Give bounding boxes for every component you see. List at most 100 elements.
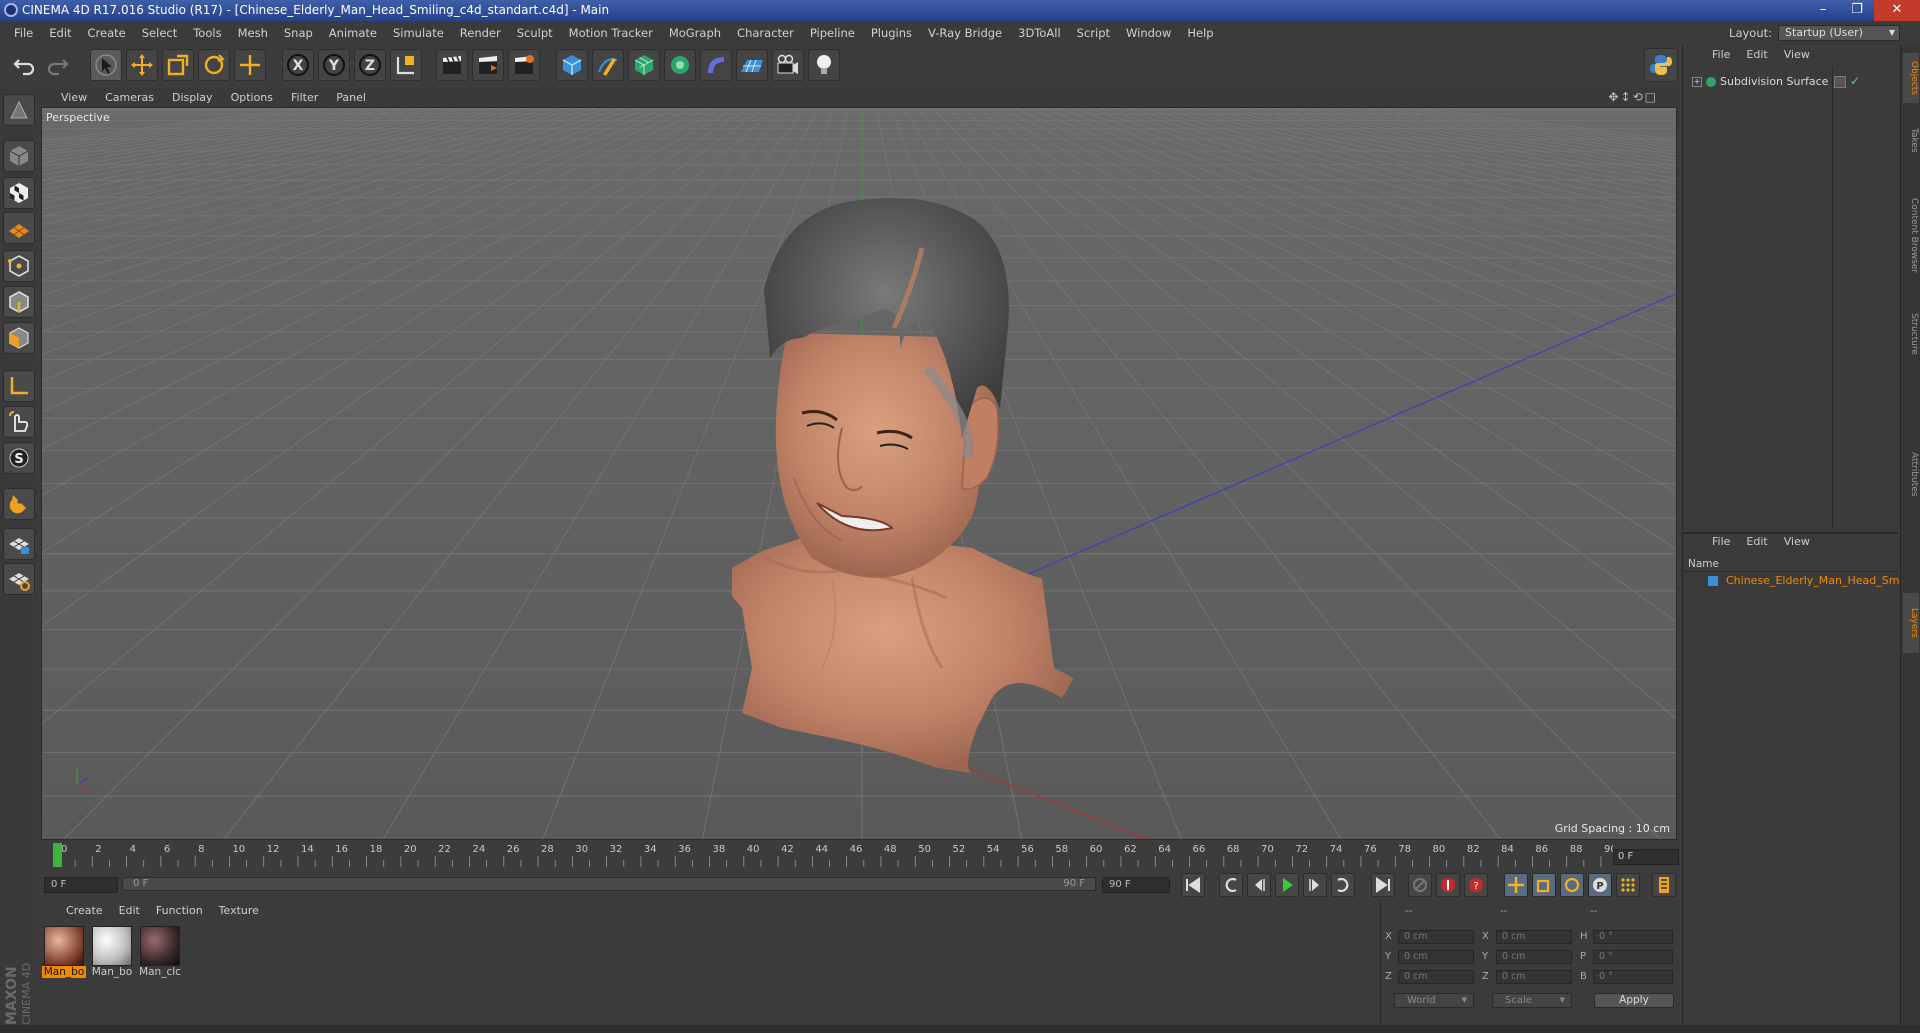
layers-menu-edit[interactable]: Edit <box>1738 535 1775 553</box>
viewport-menu-filter[interactable]: Filter <box>282 91 327 104</box>
close-icon[interactable]: ✕ <box>1874 0 1920 21</box>
coord-value-field[interactable]: 0 cm <box>1496 930 1572 944</box>
viewport-menu-options[interactable]: Options <box>222 91 282 104</box>
apply-button[interactable]: Apply <box>1594 993 1674 1008</box>
layer-row[interactable]: Chinese_Elderly_Man_Head_Smiling <box>1710 573 1900 589</box>
rotate-tool-button[interactable] <box>198 49 230 81</box>
material-swatch[interactable]: Man_clc <box>138 926 182 986</box>
menu-script[interactable]: Script <box>1069 21 1118 45</box>
material-swatch[interactable]: Man_bo <box>90 926 134 986</box>
coord-value-field[interactable]: 0 cm <box>1496 970 1572 984</box>
lock-workplane-button[interactable] <box>3 528 35 560</box>
coord-mode-dropdown[interactable]: World ▼ <box>1394 993 1474 1008</box>
cube-primitive-button[interactable] <box>556 49 588 81</box>
material-menu-edit[interactable]: Edit <box>111 904 148 922</box>
menu-create[interactable]: Create <box>80 21 134 45</box>
cloner-button[interactable] <box>664 49 696 81</box>
live-selection-button[interactable] <box>234 49 266 81</box>
current-frame-field[interactable]: 0 F <box>1613 849 1679 865</box>
material-menu-function[interactable]: Function <box>148 904 211 922</box>
snapping-button[interactable]: S <box>3 442 35 474</box>
viewport-menu-cameras[interactable]: Cameras <box>96 91 163 104</box>
light-button[interactable] <box>808 49 840 81</box>
pen-spline-button[interactable] <box>592 49 624 81</box>
menu-help[interactable]: Help <box>1179 21 1221 45</box>
points-mode-button[interactable] <box>3 250 35 282</box>
redo-button[interactable] <box>42 49 74 81</box>
planar-workplane-button[interactable] <box>3 563 35 595</box>
prev-frame-button[interactable] <box>1247 873 1271 897</box>
menu-edit[interactable]: Edit <box>41 21 79 45</box>
key-scale-button[interactable] <box>1532 873 1556 897</box>
y-axis-button[interactable]: Y <box>318 49 350 81</box>
menu-window[interactable]: Window <box>1118 21 1179 45</box>
render-settings-button[interactable] <box>508 49 540 81</box>
viewport-menu-display[interactable]: Display <box>163 91 222 104</box>
axis-mode-button[interactable] <box>3 370 35 402</box>
key-pla-button[interactable] <box>1616 873 1640 897</box>
start-frame-field[interactable]: 0 F <box>44 877 118 893</box>
side-tab-structure[interactable]: Structure <box>1903 299 1919 369</box>
menu-motion-tracker[interactable]: Motion Tracker <box>561 21 661 45</box>
layers-menu-file[interactable]: File <box>1704 535 1738 553</box>
end-frame-field[interactable]: 90 F <box>1102 877 1170 893</box>
objects-menu-edit[interactable]: Edit <box>1738 48 1775 66</box>
menu-plugins[interactable]: Plugins <box>863 21 920 45</box>
coord-value-field[interactable]: 0 cm <box>1398 950 1474 964</box>
record-button[interactable] <box>1436 873 1460 897</box>
render-view-button[interactable] <box>436 49 468 81</box>
minimize-icon[interactable]: – <box>1806 0 1840 21</box>
x-axis-button[interactable]: X <box>282 49 314 81</box>
menu-snap[interactable]: Snap <box>276 21 321 45</box>
camera-button[interactable] <box>772 49 804 81</box>
move-tool-button[interactable] <box>126 49 158 81</box>
next-frame-button[interactable] <box>1303 873 1327 897</box>
objects-menu-file[interactable]: File <box>1704 48 1738 66</box>
material-menu-create[interactable]: Create <box>58 904 111 922</box>
goto-end-button[interactable] <box>1371 873 1395 897</box>
timeline-window-button[interactable] <box>1652 873 1676 897</box>
render-picture-viewer-button[interactable] <box>472 49 504 81</box>
side-tab-attributes[interactable]: Attributes <box>1903 429 1919 519</box>
z-axis-button[interactable]: Z <box>354 49 386 81</box>
menu-mograph[interactable]: MoGraph <box>661 21 729 45</box>
select-tool-button[interactable] <box>90 49 122 81</box>
side-tab-content-browser[interactable]: Content Browser <box>1903 181 1919 291</box>
coord-value-field[interactable]: 0 ° <box>1593 950 1673 964</box>
key-parameter-button[interactable]: P <box>1588 873 1612 897</box>
menu-pipeline[interactable]: Pipeline <box>802 21 863 45</box>
menu-mesh[interactable]: Mesh <box>230 21 276 45</box>
next-key-button[interactable] <box>1331 873 1355 897</box>
python-script-button[interactable] <box>1644 48 1678 82</box>
menu-file[interactable]: File <box>6 21 41 45</box>
material-menu-texture[interactable]: Texture <box>211 904 267 922</box>
deformer-button[interactable] <box>700 49 732 81</box>
edges-mode-button[interactable] <box>3 286 35 318</box>
objects-menu-view[interactable]: View <box>1776 48 1818 66</box>
side-tab-takes[interactable]: Takes <box>1903 105 1919 175</box>
menu-character[interactable]: Character <box>729 21 802 45</box>
menu-v-ray-bridge[interactable]: V-Ray Bridge <box>920 21 1010 45</box>
undo-button[interactable] <box>8 49 40 81</box>
menu-tools[interactable]: Tools <box>185 21 229 45</box>
material-swatch[interactable]: Man_bo <box>42 926 86 986</box>
make-editable-button[interactable] <box>3 94 35 126</box>
polygons-mode-button[interactable] <box>3 322 35 354</box>
viewport-nav-icons[interactable]: ✥↕⟲□ <box>1608 90 1658 104</box>
menu-simulate[interactable]: Simulate <box>385 21 452 45</box>
coord-value-field[interactable]: 0 cm <box>1398 930 1474 944</box>
menu-select[interactable]: Select <box>134 21 185 45</box>
menu-3dtoall[interactable]: 3DToAll <box>1010 21 1069 45</box>
coord-value-field[interactable]: 0 ° <box>1593 930 1673 944</box>
play-button[interactable] <box>1275 873 1299 897</box>
subdivision-surface-button[interactable] <box>628 49 660 81</box>
autokey-button[interactable]: ? <box>1464 873 1488 897</box>
viewport-menu-view[interactable]: View <box>52 91 96 104</box>
goto-start-button[interactable] <box>1181 873 1205 897</box>
menu-animate[interactable]: Animate <box>321 21 385 45</box>
perspective-viewport[interactable]: Perspective Grid Spacing : 10 cm <box>41 107 1677 840</box>
layout-dropdown[interactable]: Startup (User) ▼ <box>1778 25 1900 41</box>
layers-menu-view[interactable]: View <box>1776 535 1818 553</box>
key-mode-button[interactable] <box>1408 873 1432 897</box>
model-mode-button[interactable] <box>3 140 35 172</box>
